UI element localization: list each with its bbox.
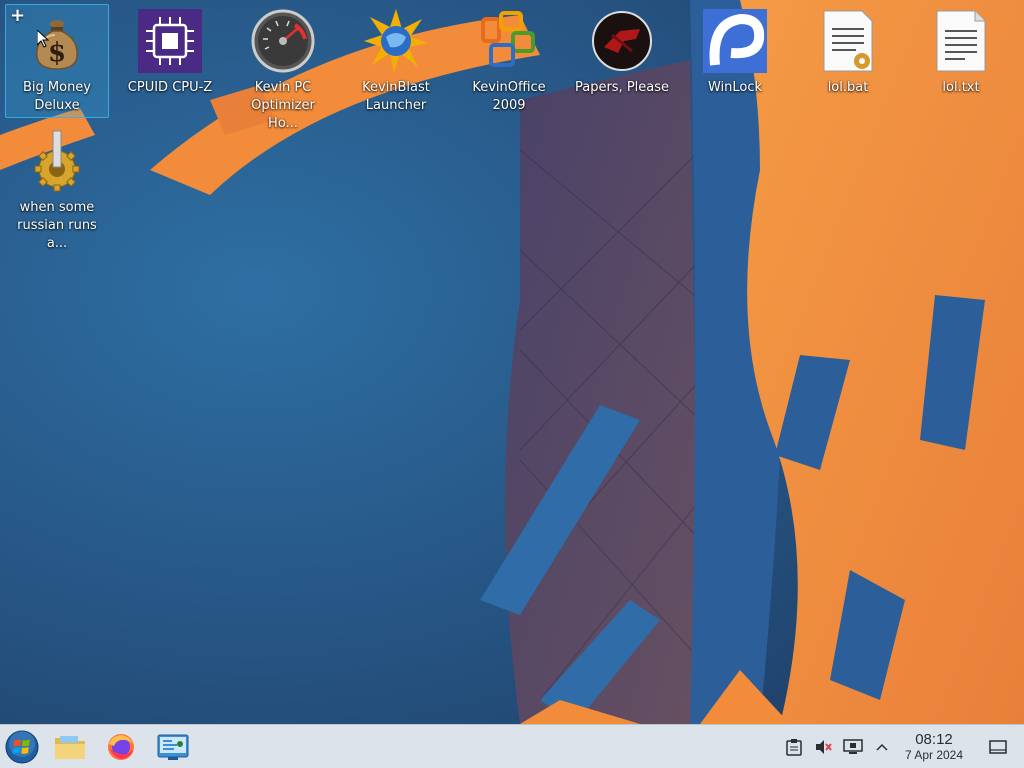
- volume-button[interactable]: [813, 737, 833, 757]
- cpu-z-shortcut[interactable]: CPUID CPU-Z: [118, 4, 222, 100]
- desktop-icon-label: KevinBlast Launcher: [362, 80, 430, 113]
- gear-executable-icon: [25, 129, 89, 193]
- clock-time: 08:12: [915, 731, 953, 748]
- money-bag-icon: $: [25, 9, 89, 73]
- display-icon: [843, 739, 863, 754]
- show-desktop-button[interactable]: [988, 737, 1008, 757]
- desktop-icon-label: CPUID CPU-Z: [127, 80, 213, 95]
- svg-text:$: $: [48, 38, 66, 68]
- desktop-icon-label: Papers, Please: [574, 80, 670, 95]
- firefox-button[interactable]: [103, 729, 139, 765]
- office-logo-icon: [477, 9, 541, 73]
- papers-please-seal-icon: [590, 9, 654, 73]
- kevin-pc-optimizer-shortcut[interactable]: Kevin PC Optimizer Ho...: [231, 4, 335, 136]
- clipboard-button[interactable]: [784, 737, 804, 757]
- chevron-up-icon: [876, 743, 888, 751]
- cpu-chip-icon: [138, 9, 202, 73]
- firefox-icon: [108, 734, 134, 760]
- clock-date: 7 Apr 2024: [904, 748, 964, 762]
- batch-file-icon: [816, 9, 880, 73]
- windows-orb-icon: [5, 730, 39, 764]
- blast-launcher-icon: [364, 9, 428, 73]
- desktop-icon-label: lol.bat: [827, 80, 869, 95]
- file-manager-button[interactable]: [52, 729, 88, 765]
- winlock-shortcut[interactable]: WinLock: [683, 4, 787, 100]
- mouse-cursor-icon: [36, 28, 50, 52]
- show-desktop-icon: [989, 740, 1007, 754]
- papers-please-shortcut[interactable]: Papers, Please: [570, 4, 674, 100]
- kevinblast-launcher-shortcut[interactable]: KevinBlast Launcher: [344, 4, 448, 118]
- start-menu-button[interactable]: [4, 729, 40, 765]
- big-money-deluxe-shortcut[interactable]: + $ Big Money Deluxe: [5, 4, 109, 118]
- display-button[interactable]: [843, 737, 863, 757]
- desktop-icon-label: KevinOffice 2009: [472, 80, 546, 113]
- lol-txt-file[interactable]: lol.txt: [909, 4, 1013, 100]
- taskbar: 08:12 7 Apr 2024: [0, 724, 1024, 768]
- system-settings-button[interactable]: [155, 729, 191, 765]
- volume-muted-icon: [816, 740, 832, 754]
- desktop-icon-label: Kevin PC Optimizer Ho...: [251, 80, 315, 131]
- russian-runs-shortcut[interactable]: when some russian runs a...: [5, 124, 109, 256]
- select-plus-icon[interactable]: +: [10, 5, 25, 26]
- desktop-icon-label: Big Money Deluxe: [22, 80, 91, 113]
- desktop-icon-label: when some russian runs a...: [17, 200, 97, 251]
- text-file-icon: [929, 9, 993, 73]
- control-panel-icon: [157, 734, 189, 760]
- desktop-icon-label: WinLock: [707, 80, 763, 95]
- clock[interactable]: 08:12 7 Apr 2024: [896, 731, 972, 762]
- tray-expand-button[interactable]: [872, 737, 892, 757]
- desktop-icon-label: lol.txt: [942, 80, 980, 95]
- clipboard-icon: [786, 739, 802, 756]
- lol-bat-file[interactable]: lol.bat: [796, 4, 900, 100]
- speedometer-icon: [251, 9, 315, 73]
- kevinoffice-2009-shortcut[interactable]: KevinOffice 2009: [457, 4, 561, 118]
- winlock-icon: [703, 9, 767, 73]
- folder-icon: [55, 736, 85, 759]
